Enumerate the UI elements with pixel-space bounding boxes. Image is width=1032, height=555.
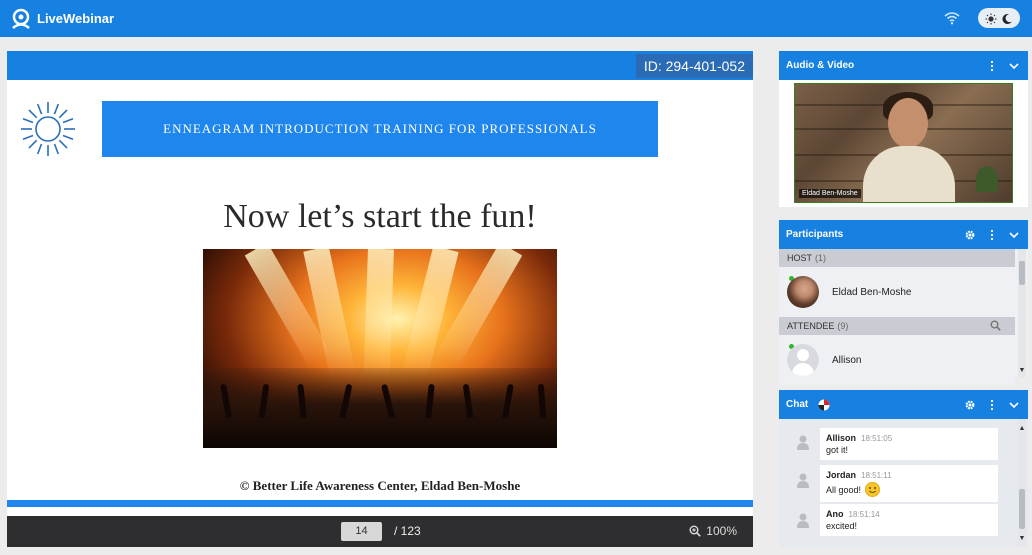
kebab-menu-icon[interactable] [986,229,998,241]
participants-title: Participants [786,229,844,240]
participant-row[interactable]: Allison [779,335,1015,385]
avatar [787,276,819,308]
page-total: / 123 [394,524,421,538]
webinar-id: ID: 294-401-052 [635,54,753,78]
scroll-up-arrow-icon[interactable]: ▲ [1018,425,1026,433]
app-name: LiveWebinar [37,11,115,26]
app-logo[interactable]: LiveWebinar [10,8,114,30]
gear-icon[interactable] [964,399,976,411]
slide-controls: 14 / 123 100% [7,516,753,547]
message-author: Ano [826,509,844,519]
zoom-level: 100% [706,524,737,538]
chat-header: Chat [779,390,1028,419]
scroll-thumb[interactable] [1019,261,1025,285]
participant-name: Allison [832,354,862,366]
page-number-input[interactable]: 14 [341,522,382,541]
participant-name: Eldad Ben-Moshe [832,286,912,298]
user-avatar-icon [797,473,809,488]
sun-logo-icon [21,102,75,156]
wifi-icon[interactable] [944,11,960,25]
user-avatar-icon [797,435,809,450]
message-time: 18:51:05 [861,434,893,443]
audio-video-title: Audio & Video [786,60,855,71]
chevron-down-icon[interactable] [1008,60,1020,72]
host-group-count: (1) [815,253,827,263]
gear-icon[interactable] [964,229,976,241]
attendee-group-label: ATTENDEE [787,321,835,331]
chat-message: Ano 18:51:14 excited! [820,504,998,536]
top-bar: LiveWebinar [0,0,1032,37]
video-name-tag: Eldad Ben-Moshe [799,189,861,198]
slide-title: Now let’s start the fun! [223,198,537,235]
chevron-down-icon[interactable] [1008,399,1020,411]
scroll-down-arrow-icon[interactable]: ▼ [1018,367,1026,375]
message-author: Allison [826,433,857,443]
attendee-group-header[interactable]: ATTENDEE (9) [779,317,1015,335]
chat-panel: Chat Allison 18:51:05 got it! Jordan 18:5 [779,390,1028,547]
message-text: All good! [826,484,862,495]
theme-toggle[interactable] [978,8,1020,28]
message-time: 18:51:14 [848,510,880,519]
search-icon[interactable] [990,320,1001,331]
attendee-group-count: (9) [837,321,849,331]
smiley-emoji-icon [865,482,881,497]
chat-title: Chat [786,399,809,410]
presentation-header: ID: 294-401-052 [7,51,753,80]
zoom-control[interactable]: 100% [689,524,737,538]
light-mode-icon[interactable] [985,12,997,25]
top-right-controls [944,8,1020,28]
message-text: got it! [826,445,849,455]
scroll-down-arrow-icon[interactable]: ▼ [1018,535,1026,543]
dark-mode-icon[interactable] [1001,12,1013,24]
livewebinar-logo-icon [12,8,30,29]
chat-scrollbar[interactable]: ▲ ▼ [1018,419,1026,547]
zoom-icon[interactable] [689,525,702,537]
host-group-header[interactable]: HOST (1) [779,249,1015,267]
slide-copyright: © Better Life Awareness Center, Eldad Be… [239,478,521,493]
chat-message: Jordan 18:51:11 All good! [820,465,998,502]
message-text: excited! [826,521,858,531]
concert-image [203,249,557,448]
audio-video-header: Audio & Video [779,51,1028,80]
kebab-menu-icon[interactable] [986,60,998,72]
slide-progress-bar [7,500,753,507]
slide-banner: ENNEAGRAM INTRODUCTION TRAINING FOR PROF… [102,101,658,157]
participants-scrollbar[interactable]: ▼ [1018,249,1026,377]
participants-panel: Participants HOST (1) Eldad Ben-Moshe AT… [779,220,1028,385]
presentation-stage: ID: 294-401-052 ENNEAGRAM INTRODUCTION T… [7,51,753,547]
chat-emblem-icon [818,399,830,410]
host-video[interactable]: Eldad Ben-Moshe [794,83,1013,203]
chat-message: Allison 18:51:05 got it! [820,428,998,460]
participant-row[interactable]: Eldad Ben-Moshe [779,267,1015,317]
participants-header: Participants [779,220,1028,249]
kebab-menu-icon[interactable] [986,399,998,411]
chat-messages: Allison 18:51:05 got it! Jordan 18:51:11 A… [779,419,1015,547]
slide: ENNEAGRAM INTRODUCTION TRAINING FOR PROF… [7,80,753,500]
user-avatar-icon [797,513,809,528]
message-author: Jordan [826,470,857,480]
message-time: 18:51:11 [861,471,892,480]
avatar [787,344,819,376]
scroll-thumb[interactable] [1019,489,1025,529]
chevron-down-icon[interactable] [1008,229,1020,241]
audio-video-panel: Audio & Video Eldad Ben-Moshe [779,51,1028,207]
host-group-label: HOST [787,253,813,263]
